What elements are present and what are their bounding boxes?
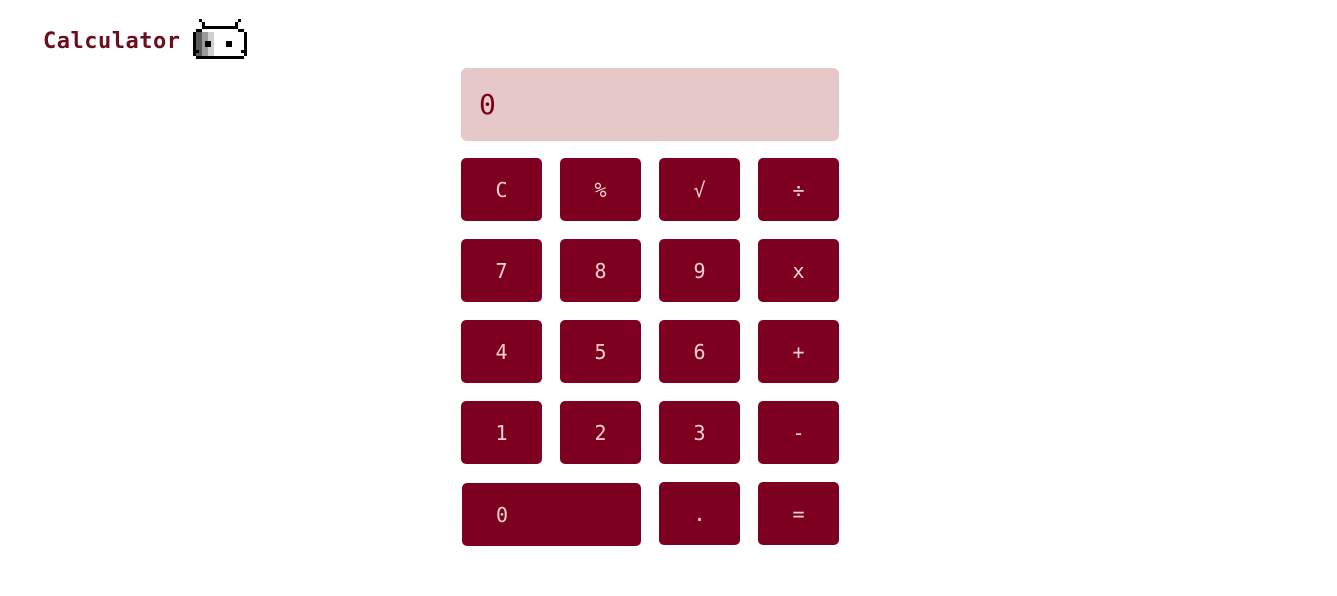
subtract-button[interactable]: -	[758, 401, 839, 464]
app-header: Calculator	[43, 17, 250, 65]
digit-4-button[interactable]: 4	[461, 320, 542, 383]
app-title: Calculator	[43, 28, 181, 54]
square-root-button[interactable]: √	[659, 158, 740, 221]
equals-button[interactable]: =	[758, 482, 839, 545]
decimal-button[interactable]: .	[659, 482, 740, 545]
calculator-page: Calculator 0 C % √ ÷ 7 8 9 x 4 5 6 + 1 2…	[0, 0, 1337, 596]
multiply-button[interactable]: x	[758, 239, 839, 302]
calculator-display: 0	[461, 68, 839, 141]
digit-2-button[interactable]: 2	[560, 401, 641, 464]
add-button[interactable]: +	[758, 320, 839, 383]
divide-button[interactable]: ÷	[758, 158, 839, 221]
digit-5-button[interactable]: 5	[560, 320, 641, 383]
keypad: C % √ ÷ 7 8 9 x 4 5 6 + 1 2 3 - 0 . =	[461, 158, 839, 546]
percent-button[interactable]: %	[560, 158, 641, 221]
robot-icon	[193, 19, 248, 59]
calculator: 0 C % √ ÷ 7 8 9 x 4 5 6 + 1 2 3 - 0 . =	[461, 68, 839, 546]
digit-8-button[interactable]: 8	[560, 239, 641, 302]
digit-0-button[interactable]: 0	[462, 483, 641, 546]
digit-6-button[interactable]: 6	[659, 320, 740, 383]
digit-1-button[interactable]: 1	[461, 401, 542, 464]
digit-3-button[interactable]: 3	[659, 401, 740, 464]
clear-button[interactable]: C	[461, 158, 542, 221]
digit-7-button[interactable]: 7	[461, 239, 542, 302]
digit-9-button[interactable]: 9	[659, 239, 740, 302]
